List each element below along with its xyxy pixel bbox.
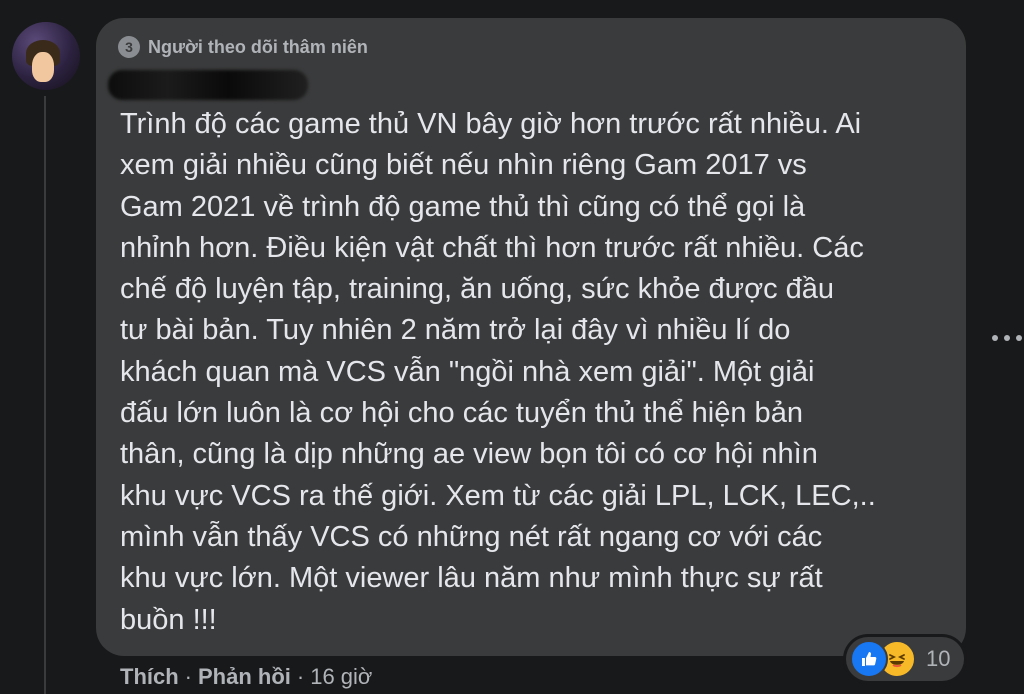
author-name-redacted[interactable]	[108, 70, 308, 100]
separator: ·	[184, 664, 192, 689]
separator: ·	[296, 664, 305, 689]
badge-label: Người theo dõi thâm niên	[148, 36, 368, 57]
avatar-face	[32, 52, 54, 82]
reply-button[interactable]: Phản hồi	[198, 664, 291, 690]
comment-actions: Thích · Phản hồi · 16 giờ	[120, 662, 372, 692]
more-dot	[992, 335, 998, 341]
avatar[interactable]	[12, 22, 80, 90]
thread-connector-line	[44, 96, 46, 694]
like-button[interactable]: Thích	[120, 664, 179, 690]
comment-thread: 3 Người theo dõi thâm niên Trình độ các …	[0, 0, 1024, 694]
more-options-icon[interactable]	[992, 328, 1022, 348]
more-dot	[1016, 335, 1022, 341]
reaction-summary[interactable]: 10	[846, 637, 964, 681]
comment-text: Trình độ các game thủ VN bây giờ hơn trư…	[120, 108, 876, 636]
comment-timestamp[interactable]: 16 giờ	[310, 664, 372, 690]
more-dot	[1004, 335, 1010, 341]
like-icon	[850, 640, 888, 678]
reaction-count: 10	[926, 646, 951, 671]
fan-badge[interactable]: 3 Người theo dõi thâm niên	[118, 34, 368, 60]
badge-3-icon: 3	[118, 36, 140, 58]
